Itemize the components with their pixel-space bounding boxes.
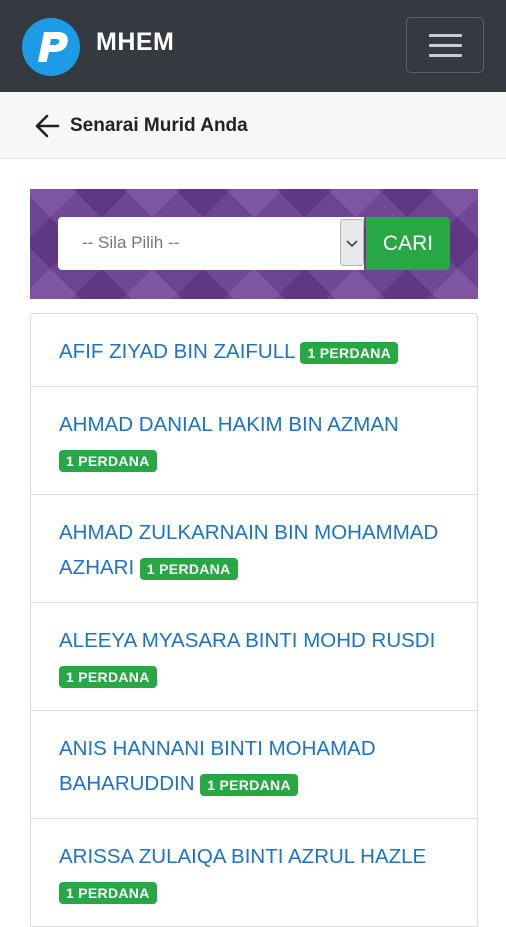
select-arrow[interactable] <box>340 219 364 266</box>
list-item[interactable]: AFIF ZIYAD BIN ZAIFULL 1 PERDANA <box>31 314 477 387</box>
app-logo-icon[interactable] <box>22 18 80 76</box>
student-list: AFIF ZIYAD BIN ZAIFULL 1 PERDANA AHMAD D… <box>30 313 478 927</box>
top-navbar: MHEM <box>0 0 506 92</box>
class-badge: 1 PERDANA <box>139 557 238 580</box>
student-name[interactable]: ALEEYA MYASARA BINTI MOHD RUSDI <box>59 629 435 652</box>
app-brand[interactable]: MHEM <box>96 28 174 57</box>
select-value: -- Sila Pilih -- <box>82 233 180 252</box>
list-item[interactable]: ARISSA ZULAIQA BINTI AZRUL HAZLE 1 PERDA… <box>31 819 477 927</box>
page-title: Senarai Murid Anda <box>70 115 248 136</box>
class-badge: 1 PERDANA <box>59 881 157 904</box>
list-item[interactable]: AHMAD ZULKARNAIN BIN MOHAMMAD AZHARI 1 P… <box>31 495 477 603</box>
list-item[interactable]: ALEEYA MYASARA BINTI MOHD RUSDI 1 PERDAN… <box>31 603 477 711</box>
menu-toggle-button[interactable] <box>406 17 484 73</box>
back-arrow-icon[interactable] <box>34 113 60 139</box>
class-badge: 1 PERDANA <box>300 341 399 364</box>
list-item[interactable]: AHMAD DANIAL HAKIM BIN AZMAN 1 PERDANA <box>31 387 477 495</box>
search-button[interactable]: CARI <box>366 217 450 270</box>
student-name[interactable]: ARISSA ZULAIQA BINTI AZRUL HAZLE <box>59 845 426 868</box>
student-name[interactable]: AHMAD ZULKARNAIN BIN MOHAMMAD AZHARI <box>59 521 438 579</box>
hamburger-icon <box>429 34 462 37</box>
class-badge: 1 PERDANA <box>59 665 157 688</box>
page-header: Senarai Murid Anda <box>0 92 506 159</box>
student-select[interactable]: -- Sila Pilih -- <box>58 217 364 270</box>
search-panel: -- Sila Pilih -- CARI <box>30 189 478 299</box>
class-badge: 1 PERDANA <box>59 449 157 472</box>
class-badge: 1 PERDANA <box>200 773 298 796</box>
list-item[interactable]: ANIS HANNANI BINTI MOHAMAD BAHARUDDIN 1 … <box>31 711 477 819</box>
student-name[interactable]: AFIF ZIYAD BIN ZAIFULL <box>59 340 295 363</box>
chevron-down-icon <box>346 240 358 248</box>
student-name[interactable]: AHMAD DANIAL HAKIM BIN AZMAN <box>59 413 399 436</box>
